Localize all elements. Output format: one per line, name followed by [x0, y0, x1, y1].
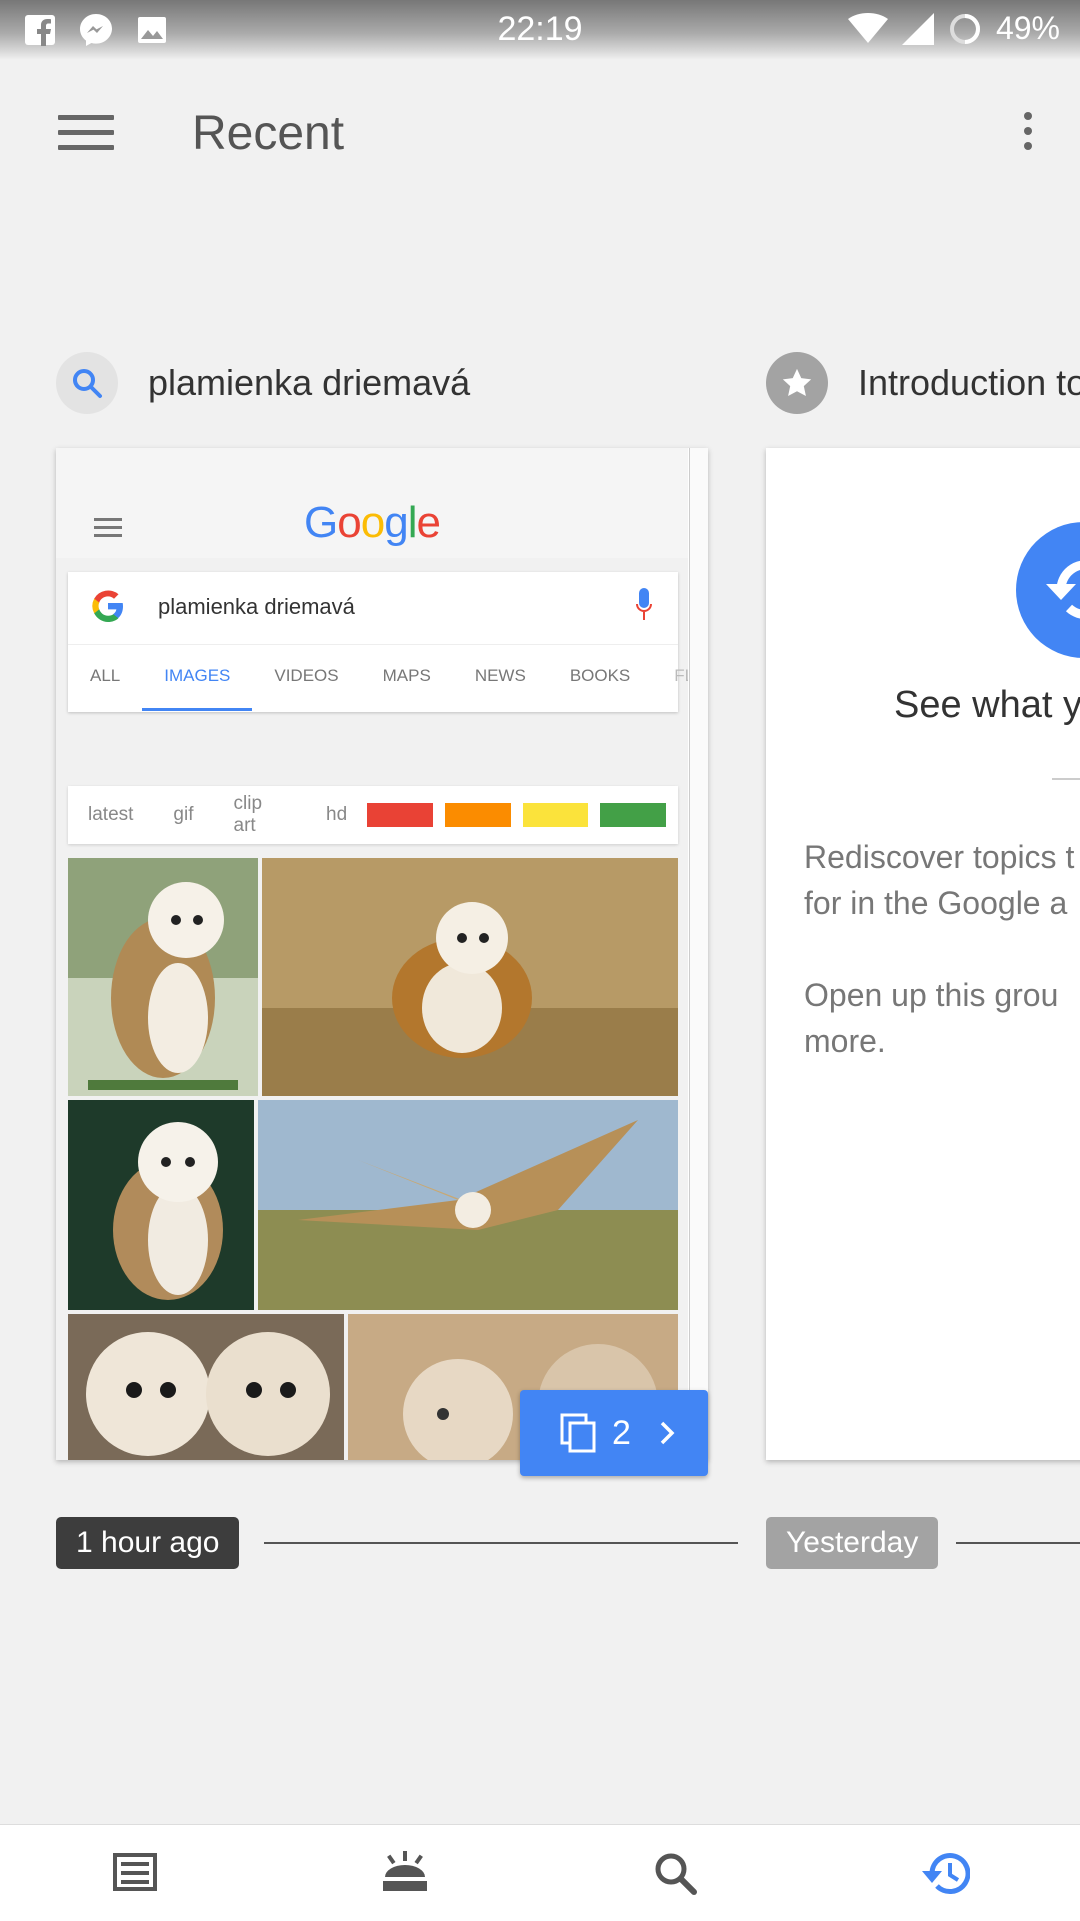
tab-count: 2 [612, 1413, 631, 1452]
color-swatch-orange [444, 803, 511, 827]
status-bar: 22:19 49% [0, 0, 1080, 60]
app-bar: Recent [0, 60, 1080, 210]
chip-clip-art: clip art [233, 793, 263, 836]
recent-icon[interactable] [885, 1833, 1005, 1913]
tab-books: BOOKS [569, 666, 631, 685]
owl-image [68, 1100, 254, 1310]
story-card[interactable]: Google plamienka driemavá ALL IMAGES VID… [56, 448, 708, 1460]
intro-heading: See what yo [894, 684, 1080, 726]
feed-icon[interactable] [75, 1833, 195, 1913]
card-stack-edge [689, 448, 708, 1460]
hamburger-menu-icon[interactable] [58, 115, 114, 155]
intro-line: Rediscover topics t [804, 839, 1075, 875]
intro-paragraph: Rediscover topics t for in the Google a [804, 834, 1080, 926]
tab-flights: FLIG [674, 666, 688, 685]
battery-icon [949, 13, 980, 44]
chip-hd: hd [326, 804, 348, 825]
battery-percent: 49% [995, 10, 1060, 46]
search-icon[interactable] [615, 1833, 735, 1913]
google-logo-text: Google [304, 498, 441, 547]
tab-videos: VIDEOS [274, 666, 339, 685]
star-icon [766, 352, 828, 414]
tab-all: ALL [90, 666, 121, 685]
search-box: plamienka driemavá ALL IMAGES VIDEOS MAP… [68, 572, 688, 712]
chip-latest: latest [88, 804, 134, 825]
intro-line: Open up this grou [804, 977, 1059, 1013]
google-logo: Google [56, 498, 688, 548]
color-swatch-red [367, 803, 433, 827]
tabs-icon [560, 1413, 596, 1453]
page-preview: Google plamienka driemavá ALL IMAGES VID… [56, 448, 688, 1460]
owl-image [68, 1314, 344, 1460]
filter-chips: latest gif clip art hd [68, 786, 678, 844]
story-header[interactable]: Introduction to [766, 348, 1080, 418]
intro-line: for in the Google a [804, 885, 1068, 921]
chevron-right-icon [660, 1421, 675, 1445]
search-icon [56, 352, 118, 414]
time-label: Yesterday [766, 1517, 939, 1569]
updates-icon[interactable] [345, 1833, 465, 1913]
wifi-icon [847, 12, 888, 43]
time-label: 1 hour ago [56, 1517, 240, 1569]
google-g-icon [90, 588, 126, 634]
divider [1052, 778, 1080, 780]
tab-images: IMAGES [142, 645, 253, 711]
color-swatch-green [600, 803, 666, 827]
system-icons: 49% [847, 10, 1060, 47]
story-header[interactable]: plamienka driemavá [56, 348, 470, 418]
story-title: plamienka driemavá [148, 362, 471, 403]
intro-line: more. [804, 1023, 886, 1059]
google-header: Google [56, 448, 688, 558]
color-swatch-yellow [522, 803, 589, 827]
more-vert-icon[interactable] [1018, 112, 1038, 162]
story-card[interactable]: See what yo Rediscover topics t for in t… [766, 448, 1080, 1460]
search-tabs: ALL IMAGES VIDEOS MAPS NEWS BOOKS FLIG [68, 644, 688, 711]
search-query: plamienka driemavá [158, 594, 355, 619]
history-icon [1016, 522, 1080, 658]
cell-signal-icon [901, 12, 934, 45]
bottom-nav [0, 1824, 1080, 1921]
mic-icon [636, 588, 652, 620]
tab-maps: MAPS [382, 666, 431, 685]
timeline-line [264, 1542, 738, 1544]
tab-count-button[interactable]: 2 [520, 1390, 708, 1476]
owl-image [68, 858, 258, 1096]
page-title: Recent [192, 107, 345, 160]
chip-gif: gif [173, 804, 194, 825]
intro-paragraph: Open up this grou more. [804, 972, 1080, 1064]
tab-news: NEWS [474, 666, 526, 685]
owl-image [262, 858, 678, 1096]
story-title: Introduction to [858, 362, 1080, 403]
timeline-line [956, 1542, 1080, 1544]
owl-image [258, 1100, 678, 1310]
